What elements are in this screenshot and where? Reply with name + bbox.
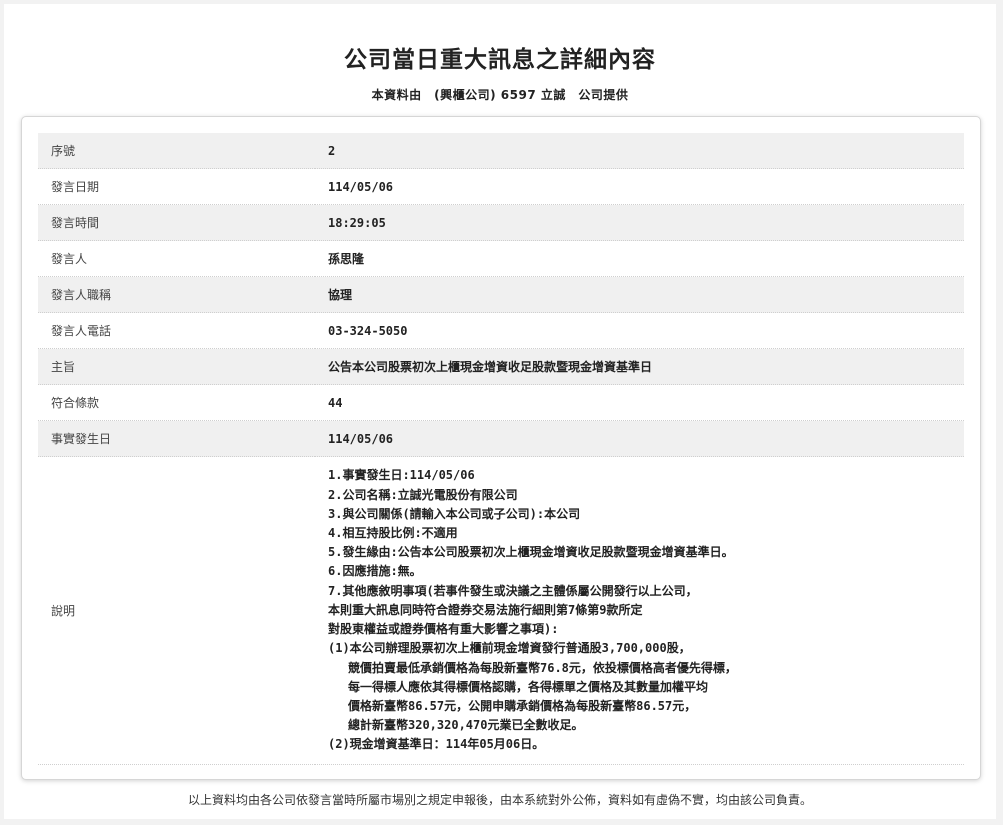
description-line: 價格新臺幣86.57元，公開申購承銷價格為每股新臺幣86.57元， <box>348 698 697 713</box>
description-body: 1.事實發生日:114/05/06 2.公司名稱:立誠光電股份有限公司 3.與公… <box>315 456 964 765</box>
description-line: 競價拍賣最低承銷價格為每股新臺幣76.8元，依投標價格高者優先得標， <box>348 660 737 675</box>
page-subtitle: 本資料由 (興櫃公司) 6597 立誠 公司提供 <box>371 88 629 102</box>
row-label: 發言時間 <box>38 204 315 241</box>
row-label: 發言日期 <box>38 168 315 205</box>
description-line: 對股東權益或證券價格有重大影響之事項): <box>328 622 559 637</box>
row-value: 公告本公司股票初次上櫃現金增資收足股款暨現金增資基準日 <box>315 348 964 385</box>
row-value: 114/05/06 <box>315 168 964 205</box>
page-container: 公司當日重大訊息之詳細內容 本資料由 (興櫃公司) 6597 立誠 公司提供 序… <box>4 4 996 819</box>
table-row: 發言人職稱 協理 <box>38 276 964 313</box>
row-value: 114/05/06 <box>315 420 964 457</box>
description-line: 2.公司名稱:立誠光電股份有限公司 <box>328 487 518 502</box>
table-row: 主旨 公告本公司股票初次上櫃現金增資收足股款暨現金增資基準日 <box>38 348 964 385</box>
row-label: 主旨 <box>38 348 315 385</box>
description-line: (2)現金增資基準日：114年05月06日。 <box>328 737 545 752</box>
description-line: (1)本公司辦理股票初次上櫃前現金增資發行普通股3,700,000股， <box>328 641 691 656</box>
row-label: 符合條款 <box>38 384 315 421</box>
page-title: 公司當日重大訊息之詳細內容 <box>344 47 656 73</box>
table-row: 發言人 孫思隆 <box>38 240 964 277</box>
row-value: 44 <box>315 384 964 421</box>
detail-table: 序號 2 發言日期 114/05/06 發言時間 18:29:05 發言人 孫思… <box>38 133 964 765</box>
table-row-description: 說明 1.事實發生日:114/05/06 2.公司名稱:立誠光電股份有限公司 3… <box>38 456 964 765</box>
description-line: 7.其他應敘明事項(若事件發生或決議之主體係屬公開發行以上公司， <box>328 583 698 598</box>
row-value: 2 <box>315 133 964 169</box>
description-line: 3.與公司關係(請輸入本公司或子公司):本公司 <box>328 506 581 521</box>
row-value: 協理 <box>315 276 964 313</box>
row-value: 孫思隆 <box>315 240 964 277</box>
row-label: 事實發生日 <box>38 420 315 457</box>
description-line: 1.事實發生日:114/05/06 <box>328 468 475 483</box>
description-line: 4.相互持股比例:不適用 <box>328 526 458 541</box>
table-row: 發言人電話 03-324-5050 <box>38 312 964 349</box>
table-row: 發言時間 18:29:05 <box>38 204 964 241</box>
description-line: 總計新臺幣320,320,470元業已全數收足。 <box>348 718 584 733</box>
row-label: 序號 <box>38 133 315 169</box>
description-line: 6.因應措施:無。 <box>328 564 422 579</box>
disclaimer-footer: 以上資料均由各公司依發言當時所屬市場別之規定申報後，由本系統對外公佈，資料如有虛… <box>187 793 812 807</box>
row-value: 18:29:05 <box>315 204 964 241</box>
table-row: 序號 2 <box>38 133 964 169</box>
row-label: 發言人電話 <box>38 312 315 349</box>
row-label: 發言人職稱 <box>38 276 315 313</box>
description-line: 5.發生緣由:公告本公司股票初次上櫃現金增資收足股款暨現金增資基準日。 <box>328 545 734 560</box>
description-line: 本則重大訊息同時符合證券交易法施行細則第7條第9款所定 <box>328 602 643 617</box>
table-row: 事實發生日 114/05/06 <box>38 420 964 457</box>
description-label: 說明 <box>38 456 315 765</box>
table-row: 符合條款 44 <box>38 384 964 421</box>
table-row: 發言日期 114/05/06 <box>38 168 964 205</box>
row-value: 03-324-5050 <box>315 312 964 349</box>
description-line: 每一得標人應依其得標價格認購，各得標單之價格及其數量加權平均 <box>348 679 709 694</box>
detail-card: 序號 2 發言日期 114/05/06 發言時間 18:29:05 發言人 孫思… <box>21 116 981 780</box>
row-label: 發言人 <box>38 240 315 277</box>
